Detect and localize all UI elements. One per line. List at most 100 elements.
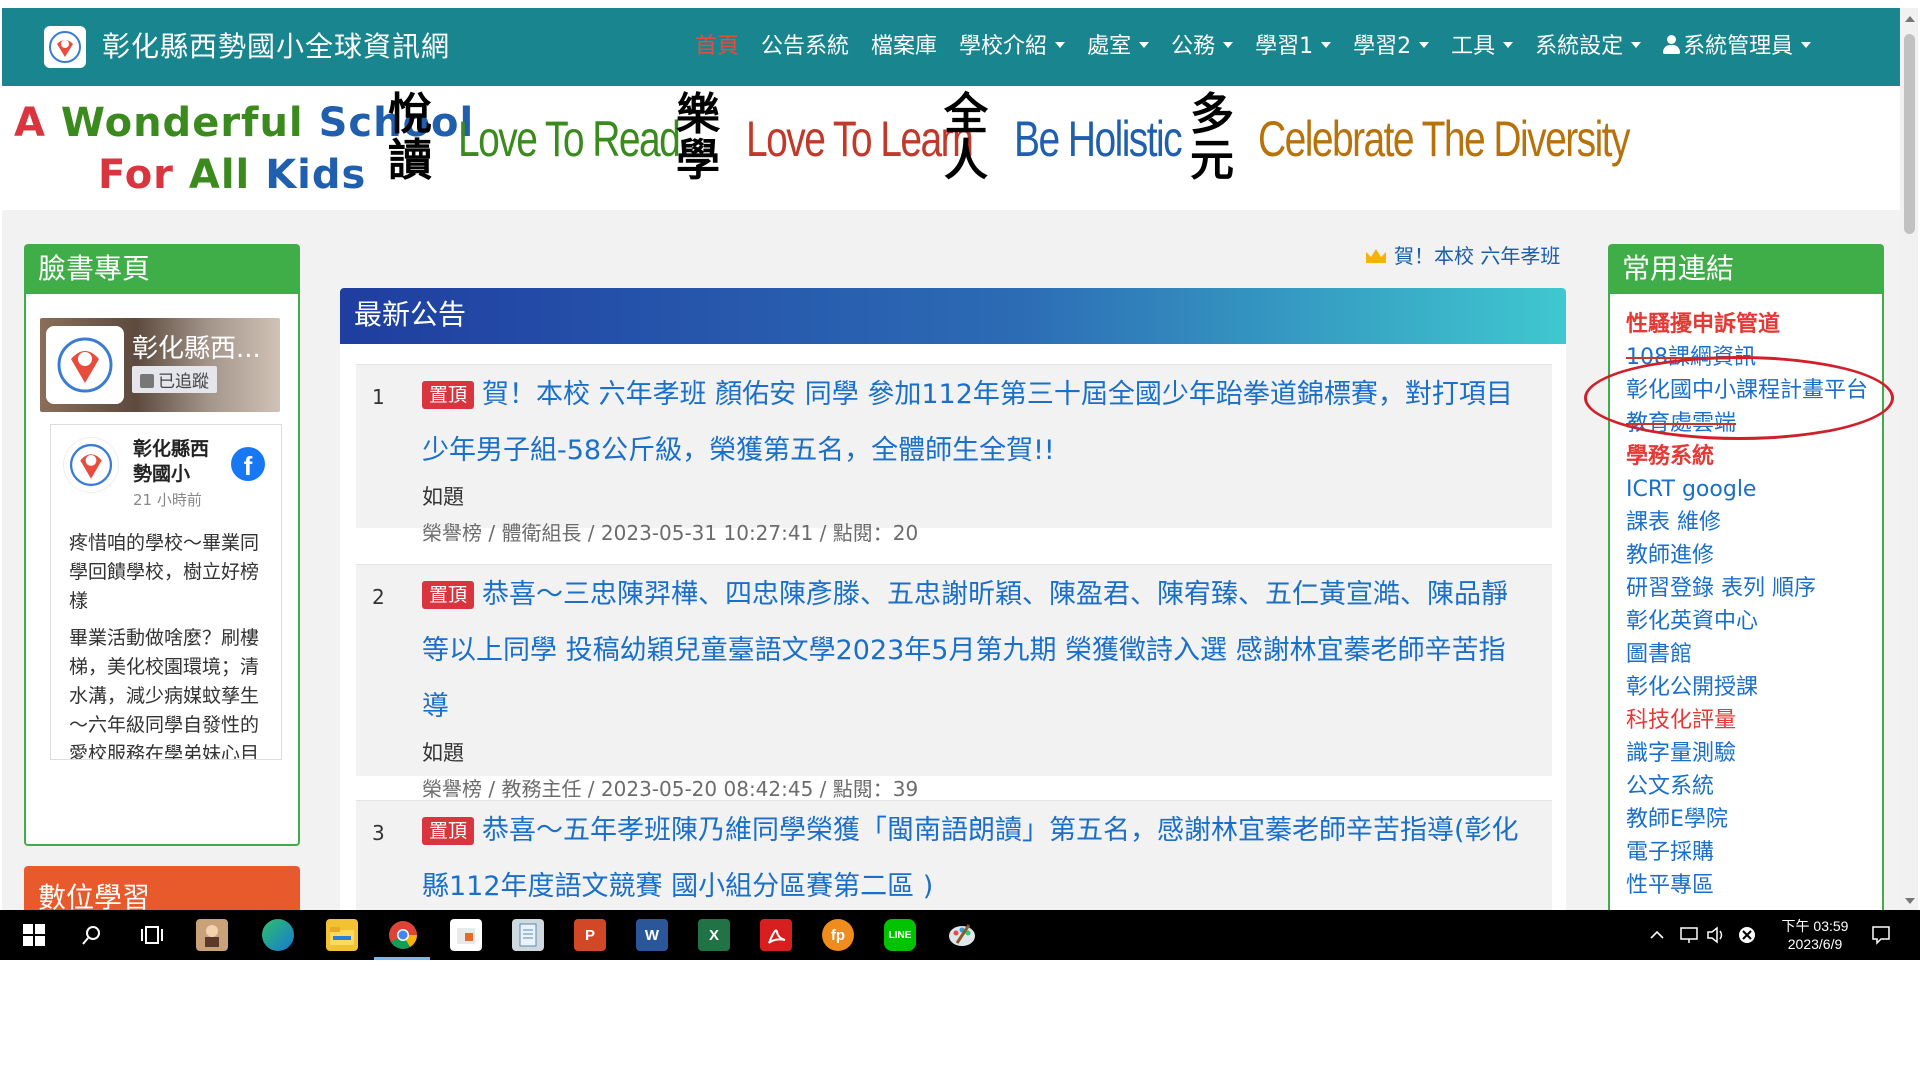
nav-item[interactable]: 公務 (1160, 32, 1244, 62)
caret-down-icon (1801, 42, 1812, 48)
page-scrollbar[interactable] (1900, 8, 1918, 910)
news-item-title-text[interactable]: 恭喜～三忠陳羿樺、四忠陳彥滕、五忠謝昕穎、陳盈君、陳宥臻、五仁黃宣澔、陳品靜等以… (422, 579, 1508, 722)
ime-status-icon[interactable] (1734, 919, 1760, 951)
link-item[interactable]: 彰化公開授課 (1626, 671, 1876, 704)
facebook-post-line: 畢業活動做啥麼？刷樓梯，美化校園環境；清水溝，減少病媒蚊孳生～六年級同學自發性的… (69, 627, 260, 760)
news-item-title[interactable]: 置頂 恭喜～五年孝班陳乃維同學榮獲「閩南語朗讀」第五名，感謝林宜蓁老師辛苦指導(彰… (422, 803, 1532, 910)
link-item[interactable]: 科技化評量 (1626, 704, 1876, 737)
top-navbar: 彰化縣西勢國小全球資訊網 首頁 公告系統 檔案庫 學校介紹 處室 公務 學習1 學習2 工具 系統… (2, 8, 1900, 86)
acrobat-icon[interactable] (760, 919, 792, 951)
link-item[interactable]: ICRT google (1626, 473, 1876, 506)
nav-item-label: 工具 (1451, 34, 1496, 59)
office-app-icon[interactable] (450, 919, 482, 951)
chrome-active-indicator (374, 957, 430, 960)
link-item-label: 學務系統 (1626, 444, 1715, 469)
caret-down-icon (1419, 42, 1430, 48)
link-item[interactable]: 性騷擾申訴管道 (1626, 308, 1876, 341)
banner-cn-top-4: 多 (1190, 89, 1234, 140)
nav-item[interactable]: 系統設定 (1524, 32, 1652, 62)
nav-item-label: 學校介紹 (959, 34, 1048, 59)
link-item[interactable]: 課表 維修 (1626, 506, 1876, 539)
news-item-meta: 榮譽榜 / 體衛組長 / 2023-05-31 10:27:41 / 點閱：20 (422, 521, 919, 545)
link-item[interactable]: 研習登錄 表列 順序 (1626, 572, 1876, 605)
link-item[interactable]: 教育處雲端 (1626, 407, 1876, 440)
link-item[interactable]: 彰化英資中心 (1626, 605, 1876, 638)
nav-item-label: 首頁 (695, 34, 740, 59)
link-item[interactable]: 108課綱資訊 (1626, 341, 1876, 374)
edge-browser-icon[interactable] (262, 919, 294, 951)
marquee-text: 賀！本校 六年孝班 (1394, 244, 1561, 268)
notepad-icon[interactable] (512, 919, 544, 951)
link-item[interactable]: 性平專區 (1626, 869, 1876, 902)
facebook-panel-title: 臉書專頁 (26, 246, 298, 294)
nav-item[interactable]: 檔案庫 (860, 32, 948, 62)
news-item: 2 置頂 恭喜～三忠陳羿樺、四忠陳彥滕、五忠謝昕穎、陳盈君、陳宥臻、五仁黃宣澔、陳… (356, 564, 1552, 801)
motto-word: Wonderful (60, 100, 304, 146)
school-logo-icon (49, 31, 81, 63)
news-item-title-text[interactable]: 賀！本校 六年孝班 顏佑安 同學 參加112年第三十屆全國少年跆拳道錦標賽，對打… (422, 379, 1513, 466)
nav-item-label: 系統管理員 (1683, 34, 1794, 59)
nav-item[interactable]: 學習2 (1342, 32, 1440, 62)
nav-item[interactable]: 學校介紹 (948, 32, 1076, 62)
link-item[interactable]: 學務系統 (1626, 440, 1876, 473)
news-marquee[interactable]: 賀！本校 六年孝班 (1364, 240, 1564, 274)
contacts-app-icon[interactable] (196, 919, 228, 951)
nav-item[interactable]: 處室 (1076, 32, 1160, 62)
notification-center-icon[interactable] (1866, 919, 1896, 951)
paint-app-icon[interactable] (946, 919, 978, 951)
link-item[interactable]: 識字量測驗 (1626, 737, 1876, 770)
link-item-label: 彰化公開授課 (1626, 675, 1759, 700)
facebook-card-avatar[interactable] (63, 437, 119, 493)
nav-item[interactable]: 公告系統 (750, 32, 860, 62)
facebook-page-name[interactable]: 彰化縣西... (132, 328, 261, 365)
link-item[interactable]: 圖書館 (1626, 638, 1876, 671)
caret-down-icon (1321, 42, 1332, 48)
clock[interactable]: 下午 03:59 2023/6/9 (1770, 917, 1860, 953)
motto-word: For (98, 152, 174, 198)
link-item[interactable]: 教師進修 (1626, 539, 1876, 572)
excel-icon[interactable]: X (698, 919, 730, 951)
facebook-icon[interactable]: f (231, 447, 265, 481)
nav-item-label: 系統設定 (1535, 34, 1624, 59)
link-item-label: 教師E學院 (1626, 807, 1728, 832)
scroll-up-arrow-icon[interactable] (1905, 16, 1915, 22)
nav-item[interactable]: 首頁 (684, 32, 750, 62)
word-icon[interactable]: W (636, 919, 668, 951)
facebook-glyph-icon (140, 374, 154, 388)
school-logo[interactable] (44, 26, 86, 68)
facebook-follow-button[interactable]: 已追蹤 (132, 366, 217, 393)
nav-item[interactable]: 工具 (1440, 32, 1524, 62)
search-icon[interactable] (76, 919, 108, 951)
news-item: 3 置頂 恭喜～五年孝班陳乃維同學榮獲「閩南語朗讀」第五名，感謝林宜蓁老師辛苦指導… (356, 800, 1552, 910)
link-item[interactable]: 彰化國中小課程計畫平台 (1626, 374, 1876, 407)
pinned-badge: 置頂 (422, 381, 475, 409)
foxit-reader-icon[interactable]: fp (822, 919, 854, 951)
scroll-down-arrow-icon[interactable] (1905, 898, 1915, 904)
network-icon[interactable] (1676, 919, 1702, 951)
nav-item[interactable]: 學習1 (1244, 32, 1342, 62)
facebook-post-text: 疼惜咱的學校～畢業同學回饋學校，樹立好榜樣 畢業活動做啥麼？刷樓梯，美化校園環境… (69, 529, 269, 760)
link-item[interactable]: 公文系統 (1626, 770, 1876, 803)
show-hidden-icons-chevron-icon[interactable] (1646, 919, 1668, 951)
link-item[interactable]: 教師E學院 (1626, 803, 1876, 836)
facebook-cover[interactable]: 彰化縣西... 已追蹤 (40, 318, 280, 412)
powerpoint-icon[interactable]: P (574, 919, 606, 951)
volume-icon[interactable] (1704, 919, 1730, 951)
motto-word: Kids (265, 152, 367, 198)
site-title[interactable]: 彰化縣西勢國小全球資訊網 (102, 26, 450, 68)
link-item[interactable]: 電子採購 (1626, 836, 1876, 869)
facebook-card-name[interactable]: 彰化縣西勢國小 (133, 437, 223, 487)
news-item-title[interactable]: 置頂 恭喜～三忠陳羿樺、四忠陳彥滕、五忠謝昕穎、陳盈君、陳宥臻、五仁黃宣澔、陳品靜… (422, 567, 1532, 735)
scrollbar-thumb[interactable] (1904, 34, 1915, 234)
banner-en-3: Be Holistic (1014, 111, 1183, 167)
file-explorer-icon[interactable] (326, 919, 358, 951)
news-item-title-text[interactable]: 恭喜～五年孝班陳乃維同學榮獲「閩南語朗讀」第五名，感謝林宜蓁老師辛苦指導(彰化縣… (422, 815, 1519, 902)
windows-start-icon[interactable] (18, 919, 50, 951)
chrome-browser-icon[interactable] (387, 919, 419, 951)
task-view-icon[interactable] (136, 919, 168, 951)
nav-item[interactable]: 系統管理員 (1652, 32, 1822, 62)
news-item-summary: 如題 (422, 741, 464, 765)
news-item-title[interactable]: 置頂 賀！本校 六年孝班 顏佑安 同學 參加112年第三十屆全國少年跆拳道錦標賽，… (422, 367, 1532, 479)
line-app-icon[interactable]: LINE (884, 919, 916, 951)
facebook-card-time: 21 小時前 (133, 491, 202, 509)
